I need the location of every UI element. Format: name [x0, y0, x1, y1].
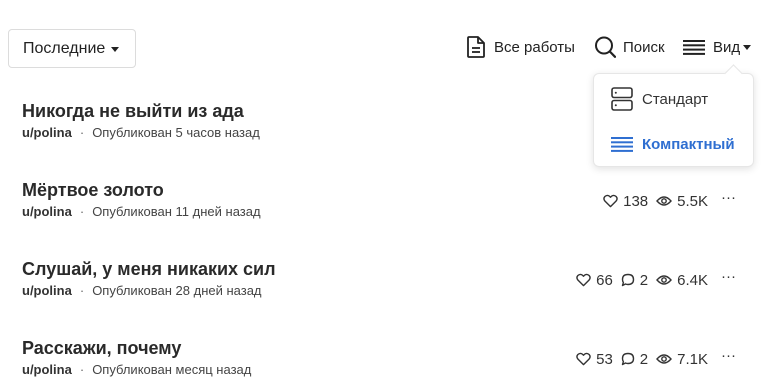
likes-stat[interactable]: 66	[576, 272, 613, 289]
story-title[interactable]: Слушай, у меня никаких сил	[22, 259, 276, 280]
story-author[interactable]: u/polina	[22, 283, 72, 298]
story-meta: u/polina · Опубликован 28 дней назад	[22, 283, 262, 298]
heart-icon	[576, 352, 591, 366]
search-label: Поиск	[623, 38, 665, 56]
search-icon	[595, 36, 616, 58]
views-count: 6.4K	[677, 271, 708, 289]
comments-stat[interactable]: 2	[621, 351, 648, 368]
heart-icon	[576, 273, 591, 287]
story-author[interactable]: u/polina	[22, 362, 72, 377]
story-published: Опубликован месяц назад	[92, 362, 252, 377]
likes-stat[interactable]: 138	[603, 193, 648, 210]
all-works-label: Все работы	[494, 38, 575, 56]
story-item[interactable]: Никогда не выйти из ада u/polina · Опубл…	[22, 101, 762, 149]
list-view-icon	[683, 40, 705, 55]
meta-separator: ·	[79, 125, 85, 140]
story-meta: u/polina · Опубликован 11 дней назад	[22, 204, 261, 219]
story-author[interactable]: u/polina	[22, 125, 72, 140]
comment-icon	[621, 273, 634, 287]
eye-icon	[656, 275, 673, 285]
story-stats: 66 2 6.4K ···	[568, 268, 762, 290]
meta-separator: ·	[79, 283, 85, 298]
comment-icon	[621, 352, 634, 366]
views-stat: 7.1K	[656, 351, 708, 368]
views-count: 5.5K	[677, 192, 708, 210]
story-item[interactable]: Расскажи, почему u/polina · Опубликован …	[22, 338, 762, 385]
all-works-button[interactable]: Все работы	[466, 35, 575, 59]
caret-down-icon	[743, 45, 752, 50]
story-title[interactable]: Мёртвое золото	[22, 180, 164, 201]
views-count: 7.1K	[677, 350, 708, 368]
story-stats: 53 2 7.1K ···	[568, 347, 762, 369]
document-icon	[467, 36, 485, 58]
story-published: Опубликован 5 часов назад	[92, 125, 260, 140]
story-title[interactable]: Никогда не выйти из ада	[22, 101, 244, 122]
more-options-icon[interactable]: ···	[721, 189, 736, 206]
story-list-page: Последние Все работы Поиск Вид Стандарт …	[0, 0, 767, 385]
story-meta: u/polina · Опубликован 5 часов назад	[22, 125, 260, 140]
likes-stat[interactable]: 53	[576, 351, 613, 368]
story-item[interactable]: Слушай, у меня никаких сил u/polina · Оп…	[22, 259, 762, 307]
likes-count: 53	[596, 350, 613, 368]
comments-count: 2	[639, 271, 649, 289]
eye-icon	[656, 354, 673, 364]
likes-count: 66	[596, 271, 613, 289]
eye-icon	[656, 196, 673, 206]
comments-stat[interactable]: 2	[621, 272, 648, 289]
story-stats: 138 5.5K ···	[595, 189, 762, 211]
caret-down-icon	[111, 47, 120, 52]
view-label: Вид	[713, 38, 741, 56]
meta-separator: ·	[79, 362, 85, 377]
views-stat: 5.5K	[656, 193, 708, 210]
story-meta: u/polina · Опубликован месяц назад	[22, 362, 251, 377]
meta-separator: ·	[79, 204, 85, 219]
views-stat: 6.4K	[656, 272, 708, 289]
likes-count: 138	[623, 192, 649, 210]
story-published: Опубликован 28 дней назад	[92, 283, 262, 298]
view-toggle-button[interactable]: Вид	[683, 35, 752, 59]
comments-count: 2	[639, 350, 649, 368]
more-options-icon[interactable]: ···	[721, 268, 736, 285]
story-published: Опубликован 11 дней назад	[92, 204, 261, 219]
story-author[interactable]: u/polina	[22, 204, 72, 219]
more-options-icon[interactable]: ···	[721, 347, 736, 364]
search-button[interactable]: Поиск	[594, 35, 665, 59]
story-item[interactable]: Мёртвое золото u/polina · Опубликован 11…	[22, 180, 762, 228]
sort-dropdown[interactable]: Последние	[8, 29, 136, 68]
story-title[interactable]: Расскажи, почему	[22, 338, 181, 359]
heart-icon	[603, 194, 618, 208]
sort-label: Последние	[23, 39, 106, 57]
